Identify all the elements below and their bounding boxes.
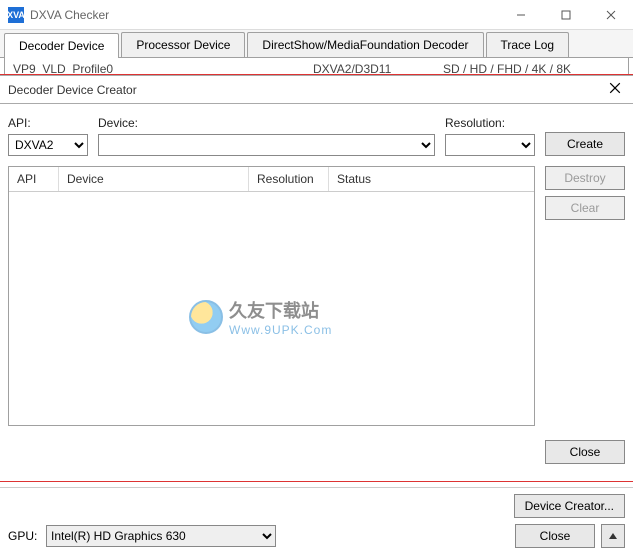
main-close-button[interactable]: Close bbox=[515, 524, 595, 548]
titlebar: XVA DXVA Checker bbox=[0, 0, 633, 30]
app-icon: XVA bbox=[8, 7, 24, 23]
bottom-row-2: GPU: Intel(R) HD Graphics 630 Close bbox=[8, 524, 625, 548]
grid-header-resolution[interactable]: Resolution bbox=[249, 167, 329, 191]
grid-header: API Device Resolution Status bbox=[9, 167, 534, 192]
grid-header-api[interactable]: API bbox=[9, 167, 59, 191]
tab-bar: Decoder Device Processor Device DirectSh… bbox=[0, 30, 633, 58]
decoder-device-creator-dialog: Decoder Device Creator API: DXVA2 Device… bbox=[0, 75, 633, 474]
api-select[interactable]: DXVA2 bbox=[8, 134, 88, 156]
watermark: 久友下载站 Www.9UPK.Com bbox=[189, 297, 332, 337]
destroy-button[interactable]: Destroy bbox=[545, 166, 625, 190]
device-grid[interactable]: API Device Resolution Status 久友下载站 Www.9… bbox=[8, 166, 535, 426]
window-title: DXVA Checker bbox=[30, 8, 498, 22]
spacer-label bbox=[545, 114, 625, 128]
resolution-label: Resolution: bbox=[445, 116, 535, 130]
tab-decoder-device[interactable]: Decoder Device bbox=[4, 33, 119, 58]
clear-button[interactable]: Clear bbox=[545, 196, 625, 220]
create-button[interactable]: Create bbox=[545, 132, 625, 156]
watermark-text-1: 久友下载站 bbox=[229, 297, 332, 323]
window-buttons bbox=[498, 0, 633, 30]
chevron-up-icon bbox=[608, 531, 618, 541]
dialog-close-icon[interactable] bbox=[605, 82, 625, 97]
device-label: Device: bbox=[98, 116, 435, 130]
tab-processor-device[interactable]: Processor Device bbox=[121, 32, 245, 57]
gpu-label: GPU: bbox=[8, 529, 40, 543]
separator-line-2 bbox=[0, 481, 633, 482]
form-row: API: DXVA2 Device: Resolution: Create bbox=[8, 114, 625, 156]
dialog-title: Decoder Device Creator bbox=[8, 83, 605, 97]
device-creator-button[interactable]: Device Creator... bbox=[514, 494, 625, 518]
side-buttons: Destroy Clear bbox=[545, 166, 625, 426]
dialog-body: API: DXVA2 Device: Resolution: Create bbox=[0, 104, 633, 432]
gpu-select[interactable]: Intel(R) HD Graphics 630 bbox=[46, 525, 276, 547]
bottom-row-1: Device Creator... bbox=[8, 494, 625, 518]
close-button[interactable] bbox=[588, 0, 633, 30]
grid-header-status[interactable]: Status bbox=[329, 167, 534, 191]
dialog-close-button[interactable]: Close bbox=[545, 440, 625, 464]
grid-header-device[interactable]: Device bbox=[59, 167, 249, 191]
dialog-titlebar: Decoder Device Creator bbox=[0, 76, 633, 104]
resolution-select[interactable] bbox=[445, 134, 535, 156]
watermark-logo-icon bbox=[189, 300, 223, 334]
watermark-text-2: Www.9UPK.Com bbox=[229, 323, 332, 337]
dialog-footer: Close bbox=[0, 432, 633, 474]
tab-trace-log[interactable]: Trace Log bbox=[486, 32, 570, 57]
maximize-button[interactable] bbox=[543, 0, 588, 30]
bottom-area: Device Creator... GPU: Intel(R) HD Graph… bbox=[0, 487, 633, 556]
minimize-button[interactable] bbox=[498, 0, 543, 30]
device-select[interactable] bbox=[98, 134, 435, 156]
up-arrow-button[interactable] bbox=[601, 524, 625, 548]
api-label: API: bbox=[8, 116, 88, 130]
tab-directshow-decoder[interactable]: DirectShow/MediaFoundation Decoder bbox=[247, 32, 483, 57]
grid-area: API Device Resolution Status 久友下载站 Www.9… bbox=[8, 166, 625, 426]
